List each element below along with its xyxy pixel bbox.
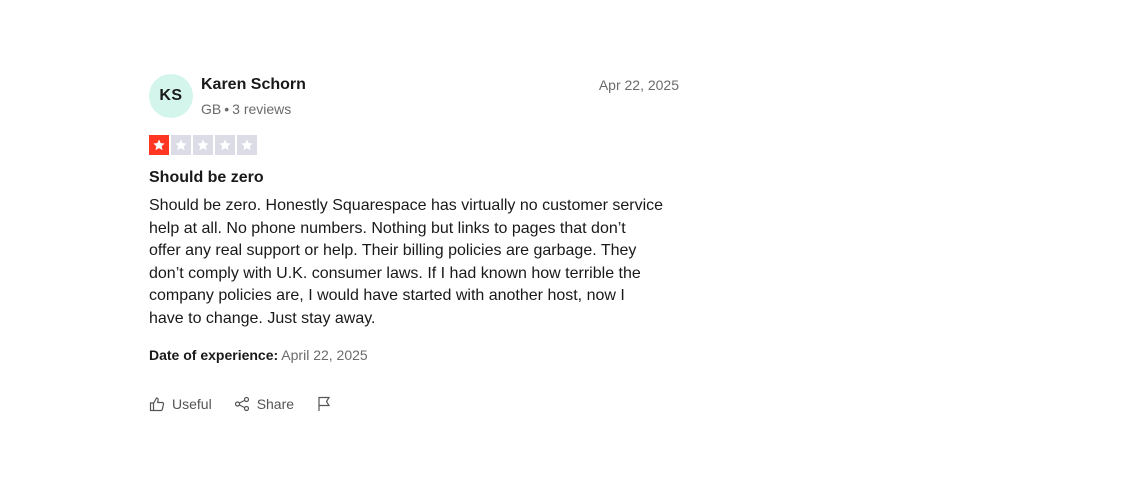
reviewer-country: GB [201,101,222,117]
review-actions: Useful Share [149,396,339,412]
experience-date: April 22, 2025 [281,347,368,363]
flag-icon [318,396,331,411]
useful-label: Useful [172,396,212,412]
review-body: Should be zero. Honestly Squarespace has… [149,197,664,327]
star-filled [149,135,169,155]
avatar[interactable]: KS [149,74,193,118]
star-rating [149,135,257,155]
review-title[interactable]: Should be zero [149,169,264,187]
reviewer-meta: GB • 3 reviews [201,101,291,117]
share-icon [234,396,249,412]
star-empty [193,135,213,155]
review-date: Apr 22, 2025 [598,77,679,93]
reviewer-name[interactable]: Karen Schorn [201,76,306,94]
meta-separator: • [224,101,230,117]
star-icon [175,139,187,151]
experience-label: Date of experience: [149,347,279,363]
share-button[interactable]: Share [234,396,294,412]
thumbs-up-icon [149,397,165,412]
star-empty [237,135,257,155]
star-icon [153,139,165,151]
useful-button[interactable]: Useful [149,396,212,412]
star-icon [197,139,209,151]
share-label: Share [256,396,295,412]
star-icon [241,139,253,151]
star-empty [171,135,191,155]
reviewer-review-count: 3 reviews [232,101,292,117]
date-of-experience: Date of experience: April 22, 2025 [149,347,368,363]
report-button[interactable] [316,396,339,412]
star-icon [219,139,231,151]
star-empty [215,135,235,155]
